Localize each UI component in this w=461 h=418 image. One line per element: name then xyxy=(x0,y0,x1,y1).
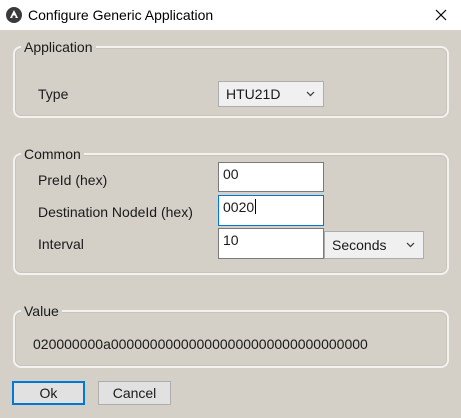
interval-input-value: 10 xyxy=(223,232,239,248)
ok-button-label: Ok xyxy=(39,385,58,401)
destination-nodeid-input[interactable]: 0020 xyxy=(218,195,324,226)
type-select-value: HTU21D xyxy=(226,86,281,102)
preid-label: PreId (hex) xyxy=(38,172,108,188)
preid-input-value: 00 xyxy=(223,166,239,182)
window-title: Configure Generic Application xyxy=(28,7,214,23)
ok-button[interactable]: Ok xyxy=(12,381,85,405)
chevron-down-icon xyxy=(406,242,415,248)
value-legend: Value xyxy=(21,302,62,320)
cancel-button[interactable]: Cancel xyxy=(98,381,171,405)
close-icon xyxy=(435,9,446,21)
preid-input[interactable]: 00 xyxy=(218,162,324,192)
title-bar: Configure Generic Application xyxy=(0,0,461,30)
type-select[interactable]: HTU21D xyxy=(218,81,324,107)
interval-label: Interval xyxy=(38,236,84,252)
destination-nodeid-label: Destination NodeId (hex) xyxy=(38,204,193,220)
application-legend: Application xyxy=(21,38,96,56)
value-text: 020000000a000000000000000000000000000000… xyxy=(33,336,368,352)
interval-unit-select[interactable]: Seconds xyxy=(324,231,424,259)
close-button[interactable] xyxy=(420,0,461,30)
text-caret xyxy=(255,199,257,214)
interval-unit-value: Seconds xyxy=(332,237,387,253)
cancel-button-label: Cancel xyxy=(112,385,157,401)
app-logo-icon xyxy=(5,6,23,24)
common-legend: Common xyxy=(21,145,84,163)
chevron-down-icon xyxy=(306,91,315,97)
destination-nodeid-value: 0020 xyxy=(223,199,255,215)
type-label: Type xyxy=(38,86,69,102)
interval-input[interactable]: 10 xyxy=(218,228,324,259)
